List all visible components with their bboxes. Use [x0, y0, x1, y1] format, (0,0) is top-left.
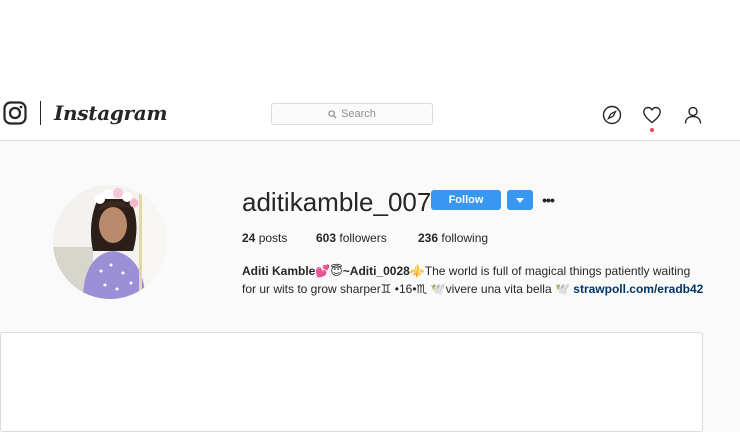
bio-link[interactable]: strawpoll.com/eradb42 [573, 282, 703, 296]
instagram-glyph-icon[interactable] [3, 101, 27, 125]
profile-bio: Aditi Kamble💕😇~Aditi_0028⚜️The world is … [242, 262, 722, 298]
blank-top-area [0, 0, 740, 86]
more-options-button[interactable]: ••• [540, 190, 556, 210]
posts-container [0, 332, 703, 432]
suggestions-dropdown-button[interactable] [507, 190, 533, 210]
followers-count[interactable]: 603 followers [316, 231, 387, 245]
bio-text-2: for ur wits to grow sharper♊ •16•♏ 🕊️viv… [242, 282, 570, 296]
bio-line-2: for ur wits to grow sharper♊ •16•♏ 🕊️viv… [242, 280, 722, 298]
posts-count-label: posts [258, 231, 288, 245]
following-count-label: following [441, 231, 489, 245]
posts-count: 24 posts [242, 231, 287, 245]
compass-icon[interactable] [602, 105, 622, 125]
notification-dot [650, 128, 654, 132]
search-input[interactable]: Search [271, 103, 433, 125]
user-icon[interactable] [683, 105, 703, 125]
follow-button[interactable]: Follow [431, 190, 501, 210]
instagram-wordmark[interactable]: Instagram [54, 98, 168, 128]
heart-icon[interactable] [642, 105, 662, 125]
avatar-photo [53, 185, 167, 299]
search-icon [328, 109, 337, 119]
profile-avatar[interactable] [53, 185, 167, 299]
search-placeholder: Search [341, 108, 376, 120]
logo-divider [40, 101, 41, 125]
followers-count-label: followers [339, 231, 387, 245]
posts-count-value: 24 [242, 231, 256, 245]
bio-text-1: ⚜️The world is full of magical things pa… [409, 264, 691, 278]
following-count-value: 236 [418, 231, 439, 245]
followers-count-value: 603 [316, 231, 337, 245]
following-count[interactable]: 236 following [418, 231, 488, 245]
profile-username: aditikamble_007 [242, 187, 432, 217]
bio-line-1: Aditi Kamble💕😇~Aditi_0028⚜️The world is … [242, 262, 722, 280]
caret-down-icon [516, 197, 524, 203]
profile-full-name: Aditi Kamble💕😇~Aditi_0028 [242, 264, 410, 278]
